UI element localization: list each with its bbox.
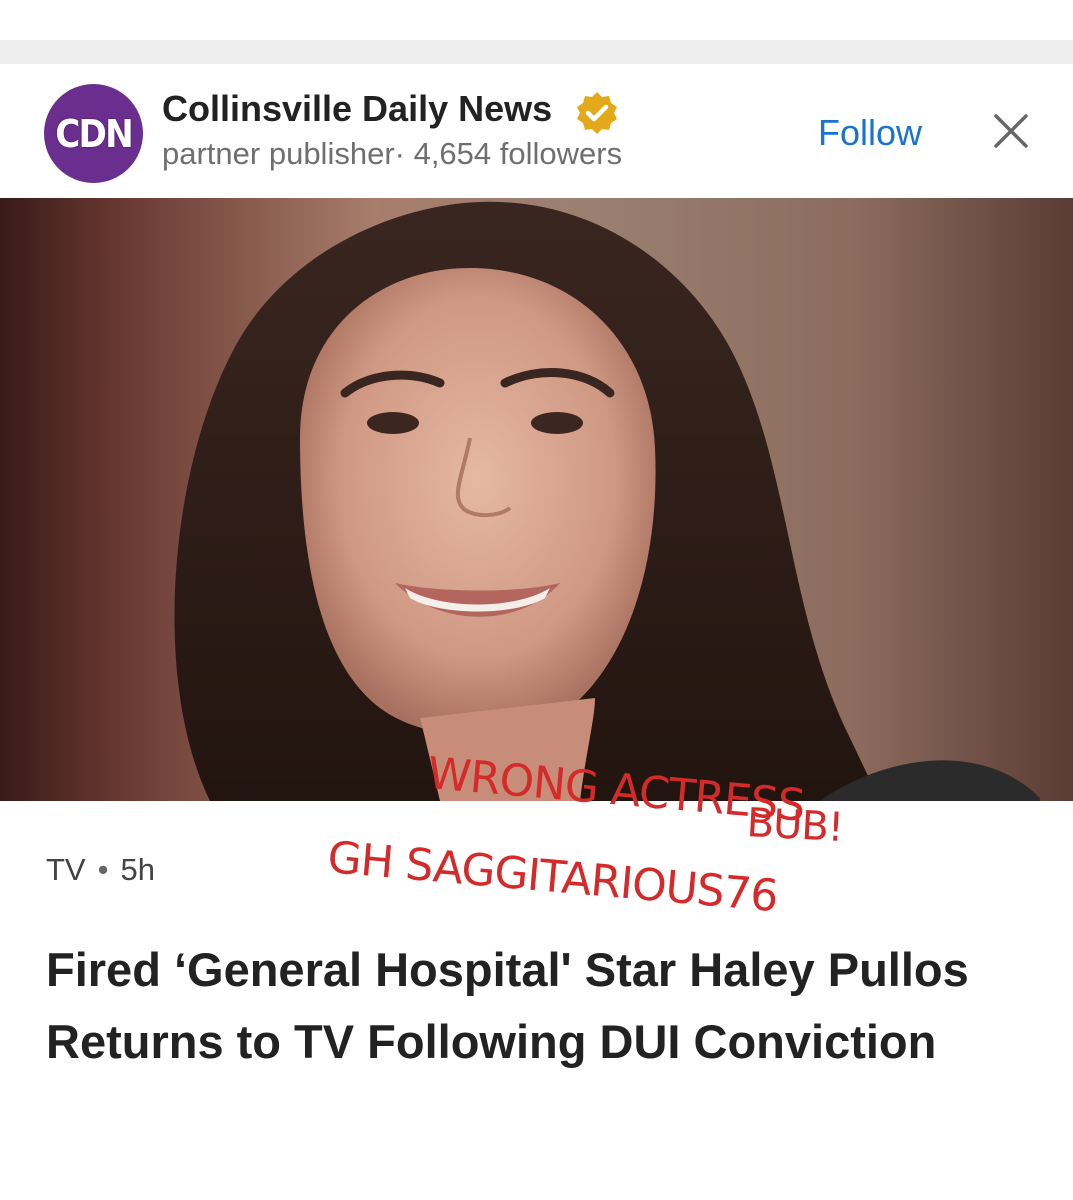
close-icon[interactable] bbox=[990, 110, 1032, 152]
publisher-logo-text: CDN bbox=[55, 111, 134, 156]
follow-button[interactable]: Follow bbox=[818, 112, 922, 154]
verified-badge-icon bbox=[577, 92, 617, 134]
publisher-header: CDN Collinsville Daily News partner publ… bbox=[0, 64, 1073, 198]
publisher-name[interactable]: Collinsville Daily News bbox=[162, 88, 552, 130]
feed-divider bbox=[0, 40, 1073, 64]
meta-separator: • bbox=[97, 852, 109, 887]
article-headline[interactable]: Fired ‘General Hospital' Star Haley Pull… bbox=[46, 934, 1006, 1078]
news-card[interactable]: CDN Collinsville Daily News partner publ… bbox=[0, 64, 1073, 1200]
article-image[interactable] bbox=[0, 198, 1073, 801]
article-age: 5h bbox=[120, 852, 155, 887]
overlay-text-line3: GH SAGGITARIOUS76 bbox=[325, 832, 780, 923]
publisher-meta: partner publisher· 4,654 followers bbox=[162, 136, 623, 171]
top-strip bbox=[0, 0, 1073, 40]
overlay-text-line2: BUB! bbox=[745, 800, 845, 851]
portrait-photo bbox=[174, 201, 1040, 801]
article-meta: TV • 5h bbox=[46, 852, 155, 888]
article-category[interactable]: TV bbox=[46, 852, 86, 887]
publisher-logo[interactable]: CDN bbox=[44, 84, 143, 183]
